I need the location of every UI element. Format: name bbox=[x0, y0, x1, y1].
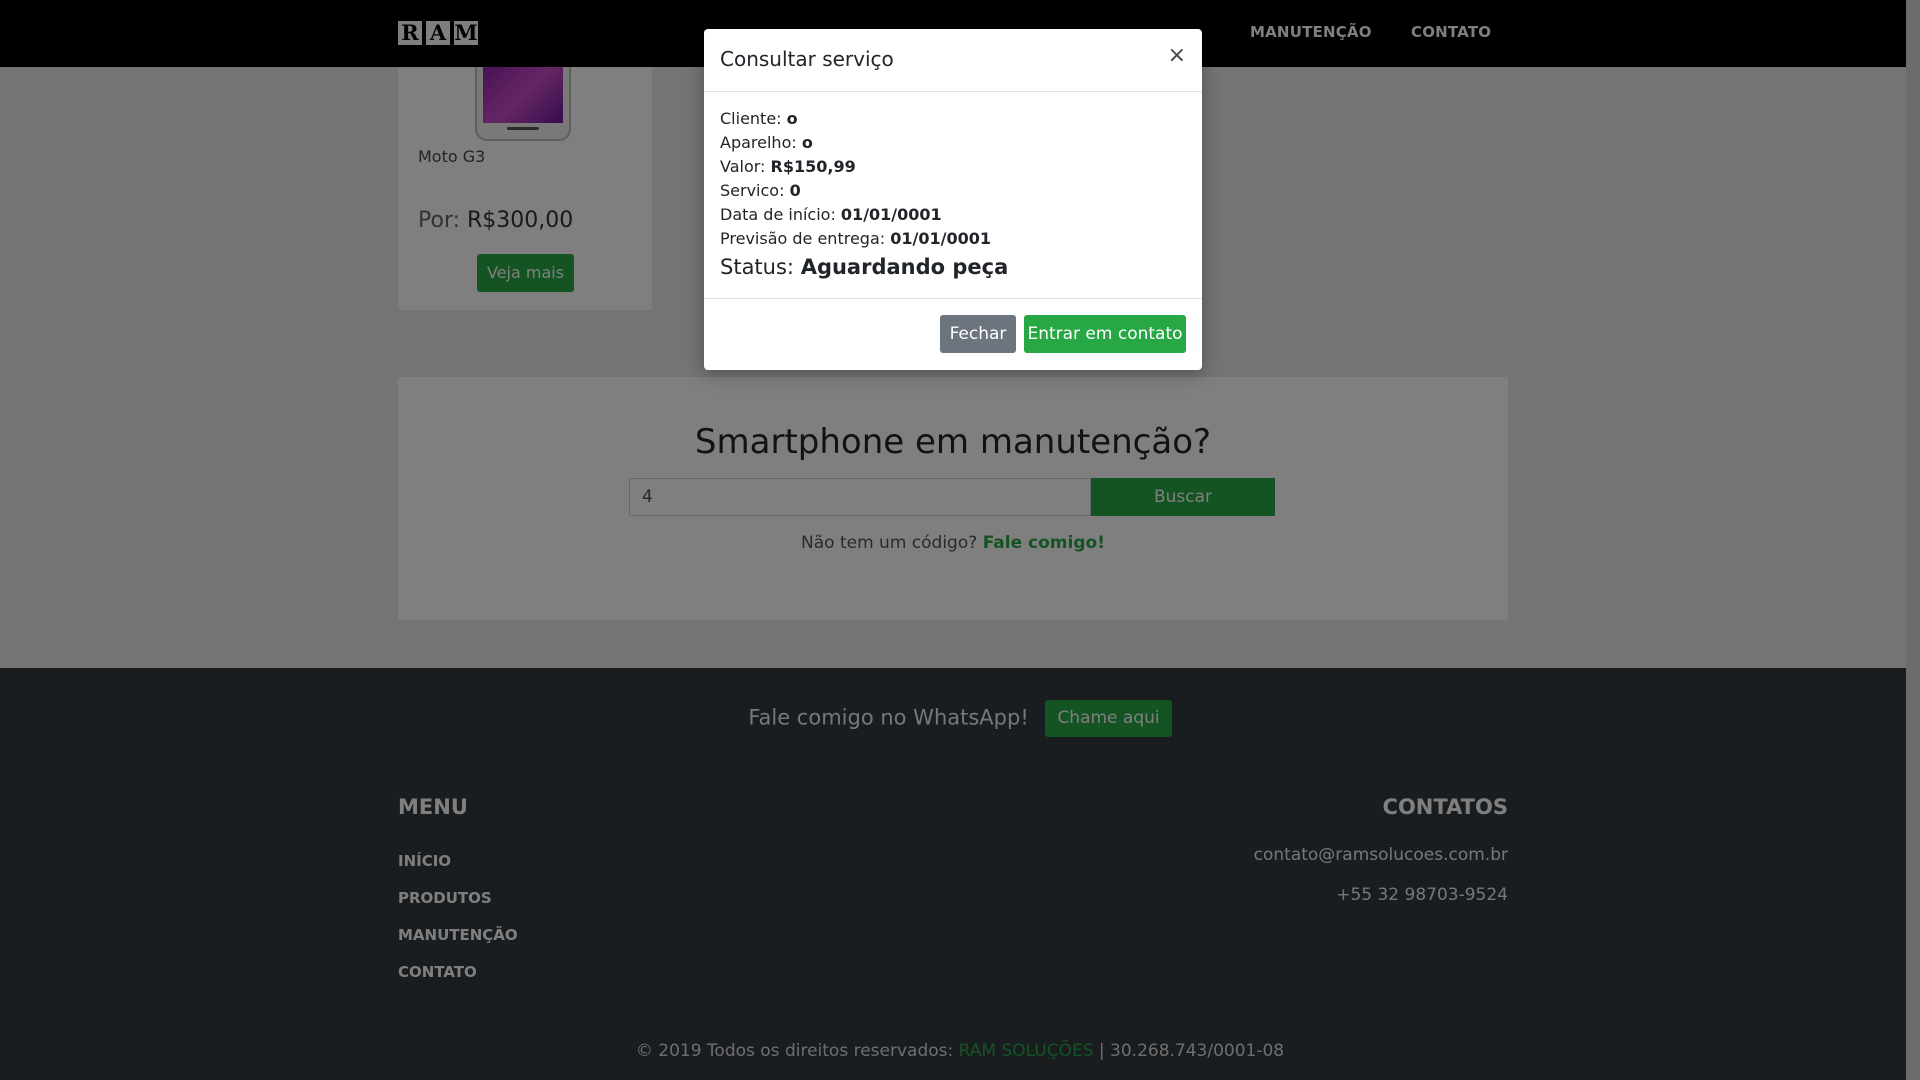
field-label: Previsão de entrega: bbox=[720, 229, 886, 248]
field-value: R$150,99 bbox=[770, 157, 856, 176]
modal-header: Consultar serviço × bbox=[704, 29, 1202, 92]
status-value: Aguardando peça bbox=[800, 255, 1009, 279]
field-value: o bbox=[801, 133, 813, 152]
status-line: Status: Aguardando peça bbox=[720, 251, 1186, 283]
field-data-inicio: Data de início: 01/01/0001 bbox=[720, 203, 1186, 227]
field-value: 0 bbox=[789, 181, 801, 200]
field-cliente: Cliente: o bbox=[720, 107, 1186, 131]
field-valor: Valor: R$150,99 bbox=[720, 155, 1186, 179]
close-icon[interactable]: × bbox=[1168, 43, 1186, 68]
close-button[interactable]: Fechar bbox=[940, 315, 1016, 353]
field-label: Valor: bbox=[720, 157, 766, 176]
field-value: 01/01/0001 bbox=[890, 229, 991, 248]
field-aparelho: Aparelho: o bbox=[720, 131, 1186, 155]
status-label: Status: bbox=[720, 255, 794, 279]
field-servico: Servico: 0 bbox=[720, 179, 1186, 203]
field-label: Data de início: bbox=[720, 205, 836, 224]
contact-button[interactable]: Entrar em contato bbox=[1024, 315, 1186, 353]
field-value: 01/01/0001 bbox=[840, 205, 942, 224]
service-modal: Consultar serviço × Cliente: o Aparelho:… bbox=[704, 29, 1202, 370]
field-previsao-entrega: Previsão de entrega: 01/01/0001 bbox=[720, 227, 1186, 251]
field-label: Servico: bbox=[720, 181, 785, 200]
modal-title: Consultar serviço bbox=[720, 47, 894, 71]
field-value: o bbox=[786, 109, 798, 128]
field-label: Aparelho: bbox=[720, 133, 797, 152]
field-label: Cliente: bbox=[720, 109, 782, 128]
modal-body: Cliente: o Aparelho: o Valor: R$150,99 S… bbox=[720, 107, 1186, 283]
modal-footer: Fechar Entrar em contato bbox=[704, 298, 1202, 371]
